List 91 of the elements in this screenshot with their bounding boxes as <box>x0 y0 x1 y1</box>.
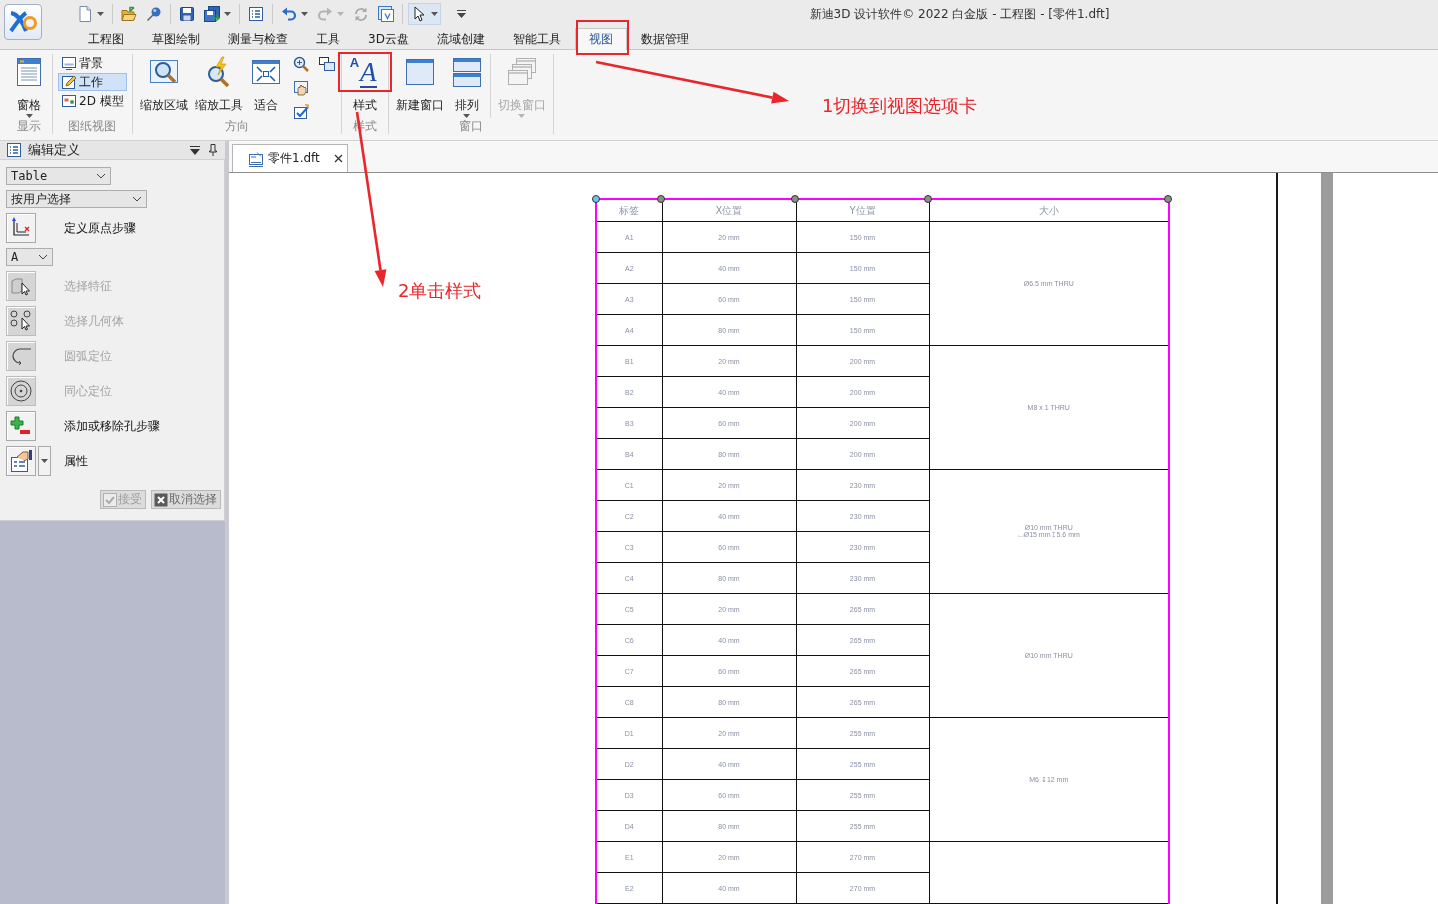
ribbon-button[interactable]: 缩放工具 <box>192 54 245 118</box>
step-label: 选择几何体 <box>64 312 124 330</box>
icon-button[interactable] <box>291 103 310 121</box>
window-title: 新迪3D 设计软件© 2022 白金版 - 工程图 - [零件1.dft] <box>808 5 1111 23</box>
windows-icon <box>318 56 335 72</box>
pencil-frame-icon <box>61 74 77 90</box>
icon-button[interactable] <box>291 55 310 73</box>
pin-icon[interactable] <box>209 144 217 156</box>
close-icon[interactable] <box>334 154 343 163</box>
list-icon <box>248 6 264 22</box>
app-menu-button[interactable] <box>4 4 42 40</box>
annotation-text: 1切换到视图选项卡 <box>822 95 978 117</box>
cursor-icon <box>411 6 427 22</box>
ribbon-tab[interactable]: 测量与检查 <box>214 28 302 50</box>
step-label: 属性 <box>64 452 88 470</box>
check-frame-icon <box>292 104 309 120</box>
panel-title: 编辑定义 <box>28 141 80 159</box>
resize-handle[interactable] <box>1164 195 1172 203</box>
select-dropdown[interactable]: 按用户选择 <box>6 190 147 208</box>
group-label: 图纸视图 <box>68 118 117 134</box>
pushpin-icon <box>146 6 162 22</box>
chevron-down-icon <box>38 254 48 260</box>
step-label: 添加或移除孔步骤 <box>64 417 160 435</box>
ribbon-button[interactable]: 缩放区域 <box>137 54 190 118</box>
chevron-down-icon <box>96 173 106 179</box>
save-all-icon <box>204 6 220 22</box>
ribbon-tab[interactable]: 草图绘制 <box>138 28 214 50</box>
resize-handle[interactable] <box>924 195 932 203</box>
redo-icon <box>317 6 333 22</box>
app-logo-icon <box>8 9 38 35</box>
view-option[interactable]: 2D 模型 <box>58 92 127 110</box>
ribbon-tab[interactable]: 3D云盘 <box>354 28 423 50</box>
group-label: 方向 <box>224 118 249 134</box>
dropdown-button[interactable] <box>38 446 51 476</box>
rotate-arrows-icon <box>353 6 369 22</box>
background-icon <box>61 55 77 71</box>
deselect-button[interactable]: 取消选择 <box>151 490 221 509</box>
group-label: 窗口 <box>458 118 483 134</box>
tool-button[interactable] <box>6 213 36 243</box>
ribbon-button[interactable]: 排列 <box>448 54 485 118</box>
new-file-icon <box>77 6 93 22</box>
toolbar-button[interactable] <box>408 3 441 25</box>
ribbon-button[interactable]: 适合 <box>247 54 284 118</box>
menu-icon[interactable] <box>190 145 200 155</box>
select-dropdown[interactable]: Table <box>6 167 111 185</box>
annotation-text: 2单击样式 <box>398 280 482 302</box>
window-view-icon <box>378 6 394 22</box>
ribbon-button[interactable]: 窗格 <box>11 54 47 118</box>
toolbar-button[interactable] <box>375 3 397 25</box>
properties-icon <box>9 449 33 473</box>
select-dropdown[interactable]: A <box>6 248 53 266</box>
ribbon-tab[interactable]: 数据管理 <box>626 28 703 50</box>
icon-button[interactable] <box>317 55 336 73</box>
step-label: 同心定位 <box>64 382 112 400</box>
resize-handle[interactable] <box>791 195 799 203</box>
resize-handle[interactable] <box>592 195 600 203</box>
close-box-icon <box>154 492 168 507</box>
ribbon-tab[interactable]: 流域创建 <box>422 28 499 50</box>
toolbar-button[interactable] <box>201 3 234 25</box>
ribbon-button[interactable]: 新建窗口 <box>393 54 446 118</box>
stacked-windows-icon <box>450 56 483 88</box>
tool-button[interactable] <box>6 411 36 441</box>
resize-handle[interactable] <box>657 195 665 203</box>
chevron-down-icon <box>132 196 142 202</box>
view-option[interactable]: 工作 <box>58 73 127 91</box>
save-icon <box>179 6 195 22</box>
open-folder-icon <box>121 6 137 22</box>
cascade-windows-icon <box>505 56 538 88</box>
concentric-circles-icon <box>9 379 33 403</box>
ribbon-tab[interactable]: 工程图 <box>74 28 138 50</box>
step-label: 选择特征 <box>64 277 112 295</box>
ribbon-tab[interactable]: 工具 <box>302 28 354 50</box>
customize-icon <box>457 10 466 18</box>
document-tab[interactable]: 零件1.dft <box>232 144 348 172</box>
ribbon-tab[interactable]: 智能工具 <box>498 28 575 50</box>
step-label: 定义原点步骤 <box>64 219 136 237</box>
hand-icon <box>292 80 309 96</box>
caret-icon <box>41 459 48 463</box>
select-geometry-icon <box>9 309 33 333</box>
window-icon <box>403 56 436 88</box>
check-icon <box>103 492 117 507</box>
view-option[interactable]: 背景 <box>58 54 127 72</box>
list-icon <box>6 142 22 158</box>
step-label: 圆弧定位 <box>64 347 112 365</box>
ribbon-tab[interactable]: 视图 <box>574 28 627 50</box>
group-label: 显示 <box>17 118 41 134</box>
tool-button[interactable] <box>6 446 36 476</box>
model-frame-icon <box>61 93 77 109</box>
zoom-in-icon <box>292 56 309 72</box>
undo-icon <box>281 6 297 22</box>
drawing-file-icon <box>248 150 264 167</box>
